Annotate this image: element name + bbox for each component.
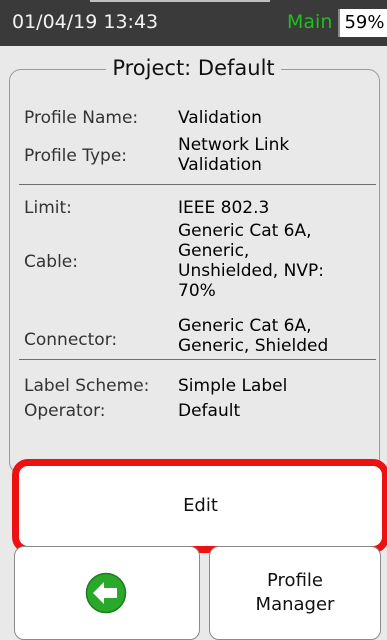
profile-name-value: Validation <box>178 108 262 128</box>
connector-line: Generic Cat 6A, <box>178 316 312 336</box>
label-scheme-value: Simple Label <box>178 376 288 396</box>
limit-label: Limit: <box>24 198 72 218</box>
profile-manager-line: Profile <box>267 570 323 591</box>
cable-line: Generic, <box>178 241 250 261</box>
status-bar: 01/04/19 13:43 Main 59% <box>0 0 387 46</box>
operator-value: Default <box>178 401 241 421</box>
profile-type-label: Profile Type: <box>24 146 128 166</box>
profile-type-value: Network Link Validation <box>178 135 289 175</box>
profile-name-label: Profile Name: <box>24 108 139 128</box>
connector-label: Connector: <box>24 330 118 350</box>
cable-value: Generic Cat 6A, Generic, Unshielded, NVP… <box>178 221 324 301</box>
profile-manager-label: Profile Manager <box>210 569 380 617</box>
connector-value: Generic Cat 6A, Generic, Shielded <box>178 316 328 356</box>
status-bar-top-line <box>90 0 270 2</box>
cable-line: Generic Cat 6A, <box>178 221 312 241</box>
project-title-text: Project: Default <box>106 56 281 80</box>
profile-type-line: Validation <box>178 155 262 175</box>
date-time: 01/04/19 13:43 <box>12 11 159 33</box>
profile-manager-button[interactable]: Profile Manager <box>209 546 381 640</box>
main-content: Project: Default Profile Name: Validatio… <box>0 46 387 640</box>
profile-type-line: Network Link <box>178 135 290 155</box>
connector-line: Generic, Shielded <box>178 336 329 356</box>
edit-button-highlight: Edit <box>12 459 387 553</box>
label-scheme-label: Label Scheme: <box>24 376 150 396</box>
project-title: Project: Default <box>0 56 387 80</box>
edit-button[interactable]: Edit <box>19 466 382 546</box>
profile-manager-line: Manager <box>255 594 335 615</box>
operator-label: Operator: <box>24 401 106 421</box>
divider <box>19 184 376 185</box>
cable-line: 70% <box>178 281 216 301</box>
battery-indicator: 59% <box>338 9 387 37</box>
divider <box>19 359 376 360</box>
mode-indicator: Main <box>287 11 333 33</box>
back-arrow-icon <box>85 572 127 614</box>
cable-line: Unshielded, NVP: <box>178 261 324 281</box>
cable-label: Cable: <box>24 252 78 272</box>
limit-value: IEEE 802.3 <box>178 198 270 218</box>
back-button[interactable] <box>14 546 200 640</box>
